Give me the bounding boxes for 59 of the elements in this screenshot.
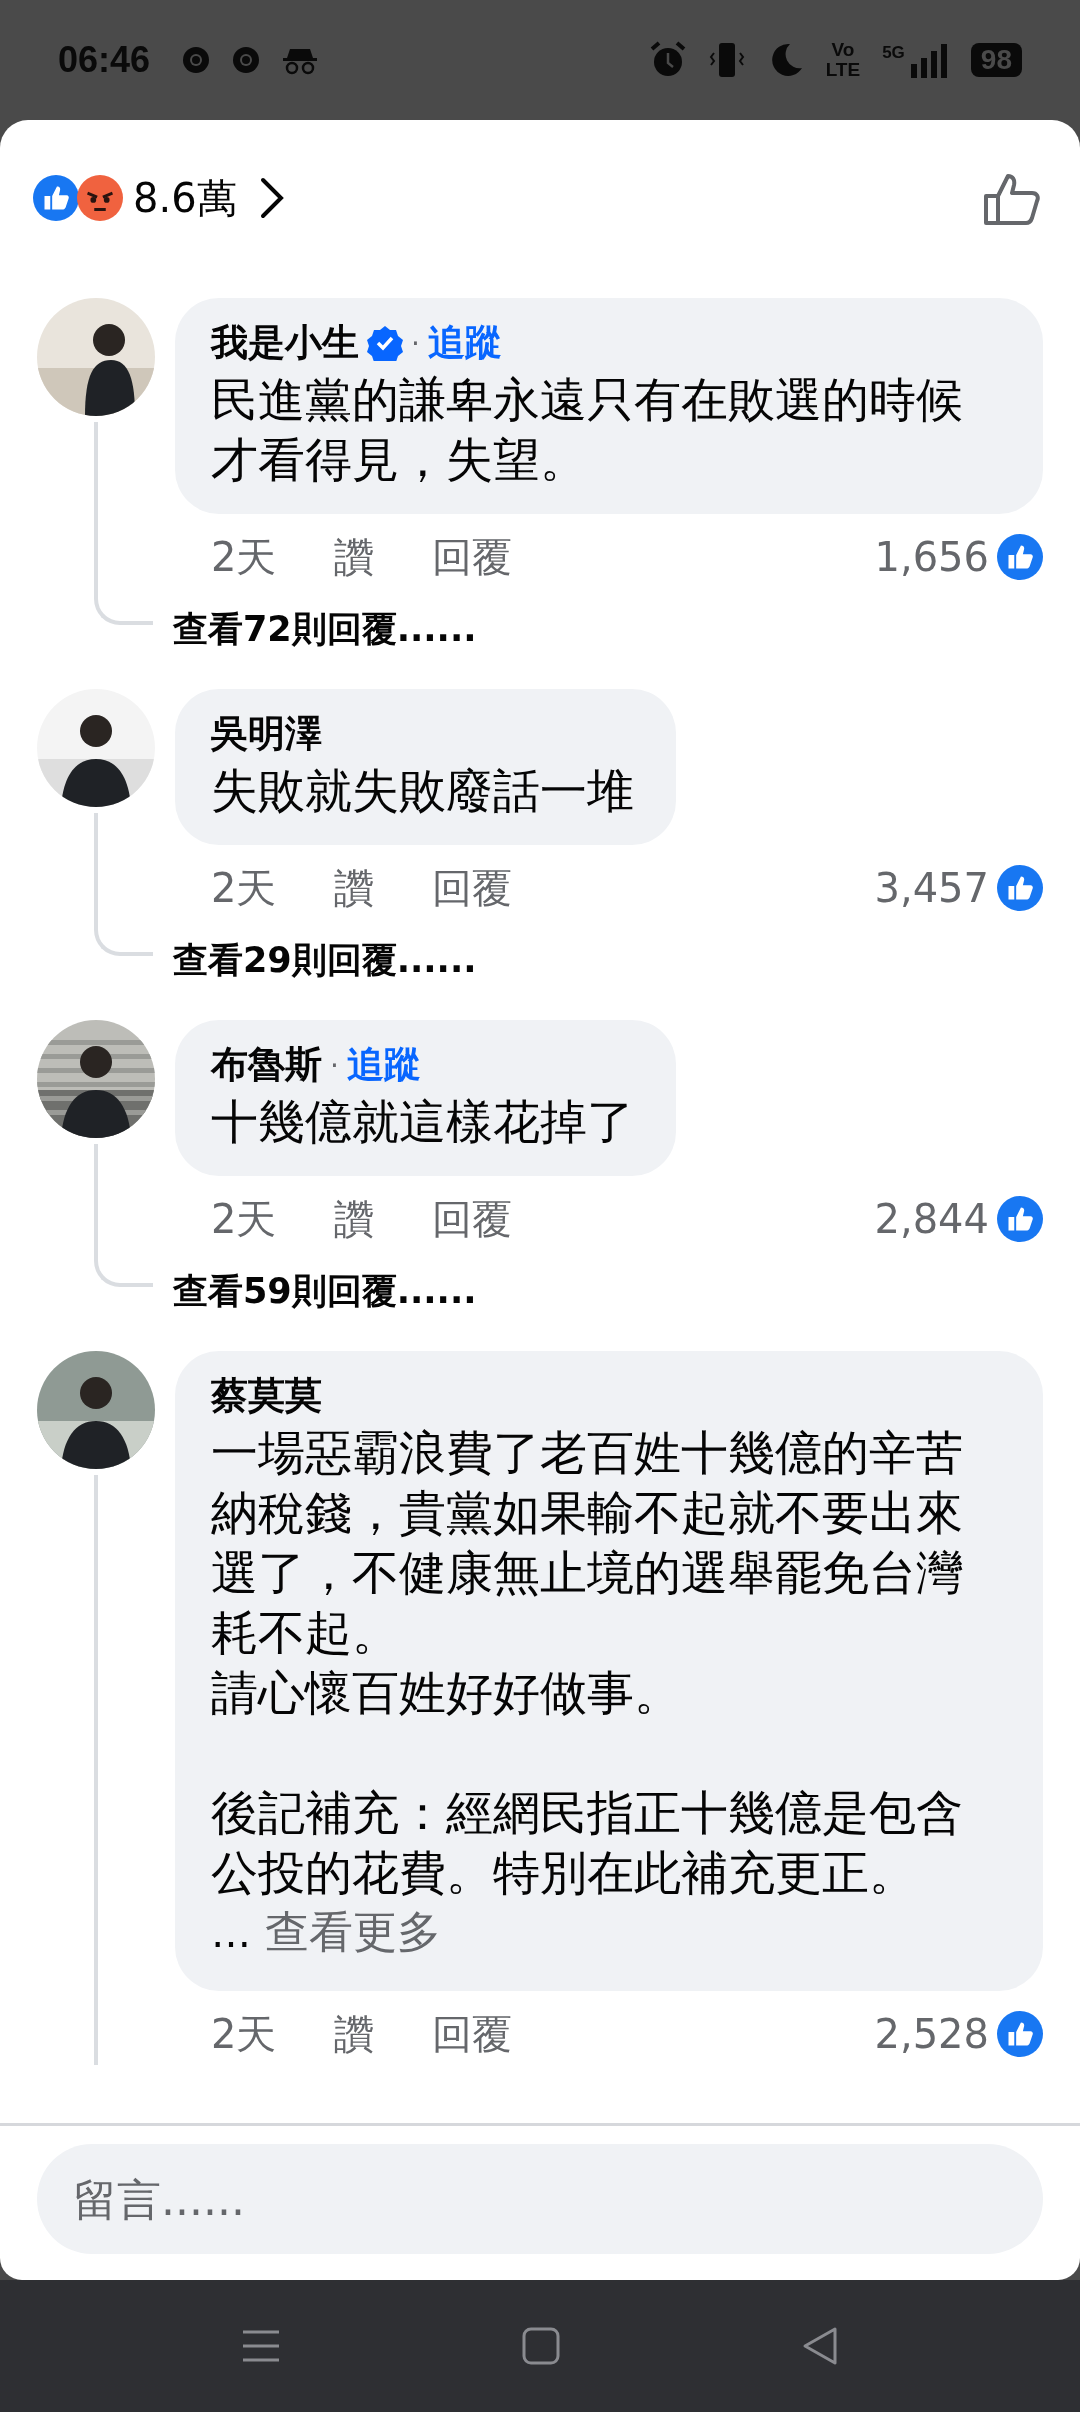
reply-link[interactable]: 回覆 [432, 860, 513, 916]
like-count: 1,656 [874, 534, 989, 580]
home-icon[interactable] [522, 2327, 560, 2365]
comment-author[interactable]: 我是小生 [211, 318, 359, 368]
comment-time: 2天 [211, 532, 277, 582]
comment-text: 十幾億就這樣花掉了 [211, 1093, 634, 1151]
comment-text: 一場惡霸浪費了老百姓十幾億的辛苦納稅錢，貴黨如果輸不起就不要出來選了，不健康無止境的選舉罷免台灣耗不起。 [211, 1424, 964, 1662]
like-count: 2,528 [874, 2011, 989, 2057]
volte-label: Vo [831, 40, 855, 60]
like-link[interactable]: 讚 [334, 2006, 375, 2062]
back-icon[interactable] [801, 2326, 840, 2366]
battery-indicator: 98 [970, 43, 1022, 77]
like-reaction-icon [997, 534, 1043, 580]
separator-dot: · [411, 326, 420, 360]
comment-input[interactable]: 留言...... [37, 2144, 1043, 2254]
follow-link[interactable]: 追蹤 [427, 318, 502, 368]
network-label: 5G [882, 43, 905, 63]
like-link[interactable]: 讚 [334, 529, 375, 585]
comment-author[interactable]: 布魯斯 [211, 1040, 322, 1090]
comment-text: 民進黨的謙卑永遠只有在敗選的時候才看得見，失望。 [211, 371, 964, 489]
verified-badge-icon [367, 325, 403, 361]
separator-dot: · [330, 1048, 339, 1082]
comment-text: 失敗就失敗廢話一堆 [211, 762, 634, 820]
reply-link[interactable]: 回覆 [432, 529, 513, 585]
comment-author[interactable]: 吳明澤 [211, 709, 322, 759]
reactions-summary[interactable]: 8.6萬 [33, 170, 285, 226]
follow-link[interactable]: 追蹤 [346, 1040, 421, 1090]
view-replies-link[interactable]: 查看29則回覆...... [173, 937, 477, 984]
see-more-link[interactable]: 查看更多 [265, 1903, 441, 1962]
browser-icon [182, 46, 211, 74]
status-time: 06:46 [58, 39, 151, 81]
view-replies-link[interactable]: 查看59則回覆...... [173, 1268, 477, 1315]
view-replies-link[interactable]: 查看72則回覆...... [173, 606, 477, 653]
like-reaction-icon [997, 2011, 1043, 2057]
like-reaction-icon [997, 1196, 1043, 1242]
volte-label: LTE [825, 60, 861, 80]
chevron-right-icon [258, 176, 285, 220]
like-count: 3,457 [874, 865, 989, 911]
comment-text: 請心懷百姓好好做事。 [211, 1664, 682, 1722]
reply-link[interactable]: 回覆 [432, 1191, 513, 1247]
comment-time: 2天 [211, 2009, 277, 2059]
browser-icon [232, 46, 261, 74]
like-count: 2,844 [874, 1196, 989, 1242]
angry-reaction-icon [77, 175, 123, 221]
reply-link[interactable]: 回覆 [432, 2006, 513, 2062]
vibrate-icon [707, 41, 746, 79]
like-link[interactable]: 讚 [334, 1191, 375, 1247]
ellipsis: … [211, 1910, 251, 1956]
comment-time: 2天 [211, 1194, 277, 1244]
comment-time: 2天 [211, 863, 277, 913]
like-reaction-icon [33, 175, 79, 221]
like-link[interactable]: 讚 [334, 860, 375, 916]
signal-icon [908, 42, 949, 78]
reaction-count: 8.6萬 [133, 173, 237, 223]
comment-author[interactable]: 蔡莫莫 [211, 1371, 322, 1421]
like-reaction-icon [997, 865, 1043, 911]
menu-icon[interactable] [240, 2328, 281, 2364]
postscript-text: 後記補充：經網民指正十幾億是包含公投的花費。特別在此補充更正。 [211, 1784, 964, 1902]
alarm-icon [649, 41, 686, 79]
